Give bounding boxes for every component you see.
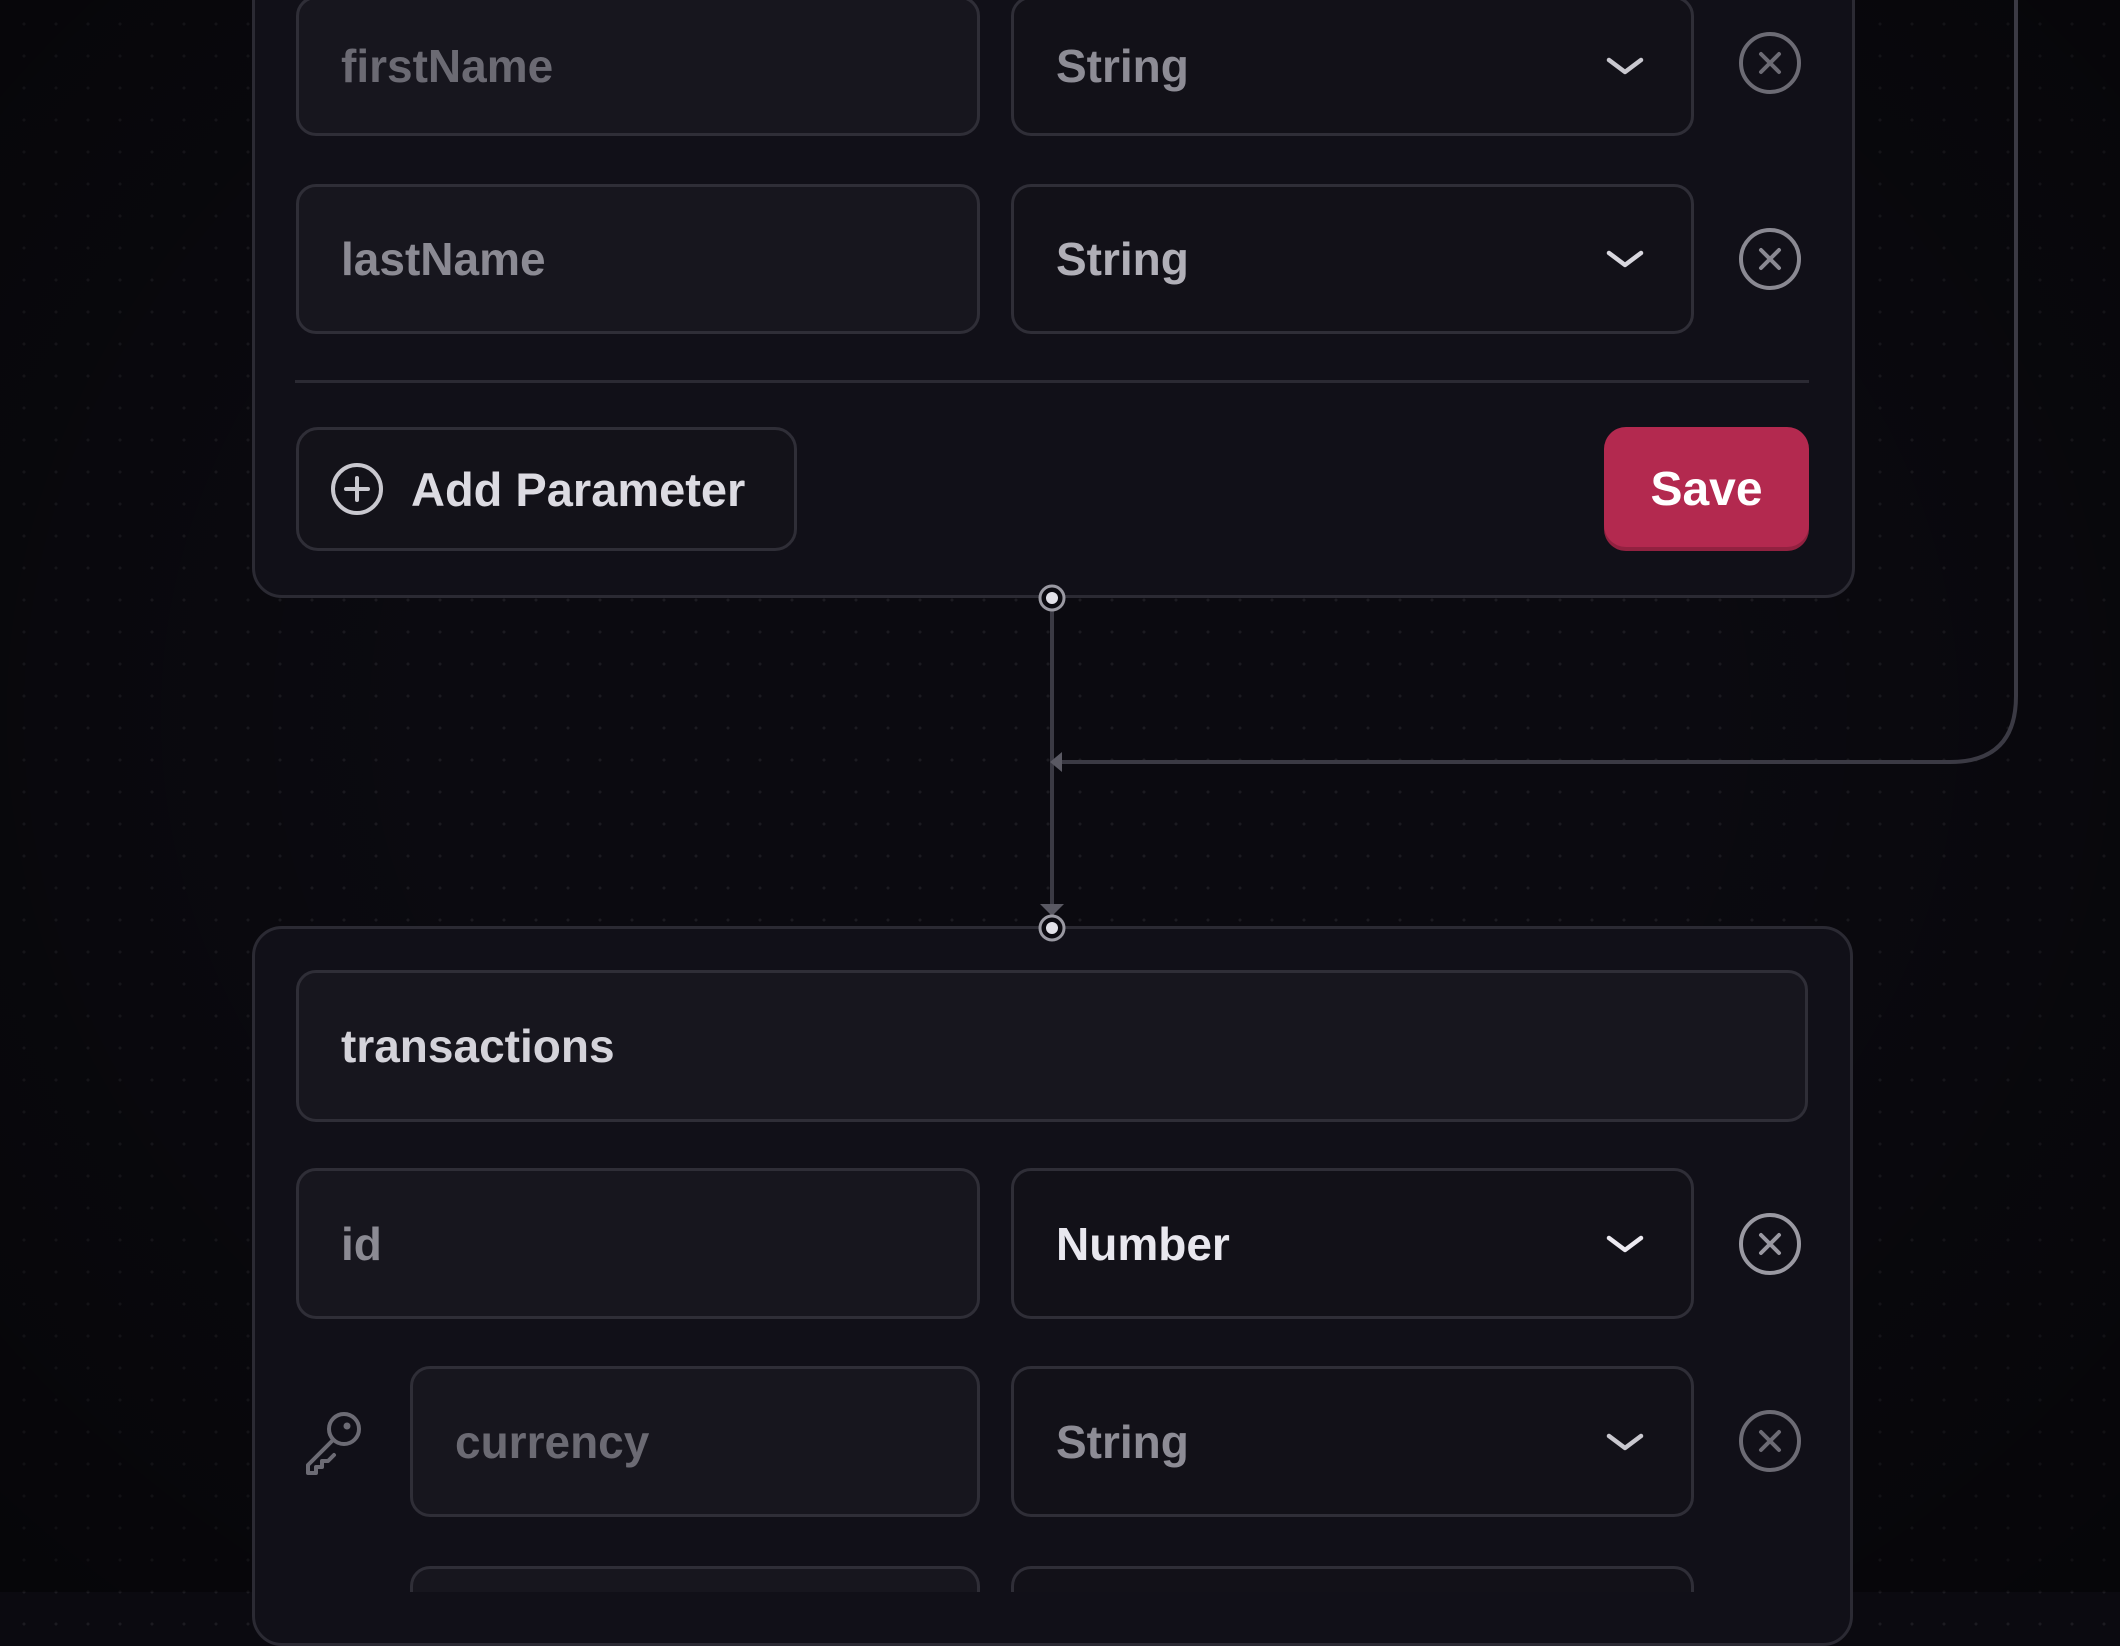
connection-handles xyxy=(1038,584,1066,942)
target-handle[interactable] xyxy=(1038,914,1066,942)
source-handle[interactable] xyxy=(1038,584,1066,612)
